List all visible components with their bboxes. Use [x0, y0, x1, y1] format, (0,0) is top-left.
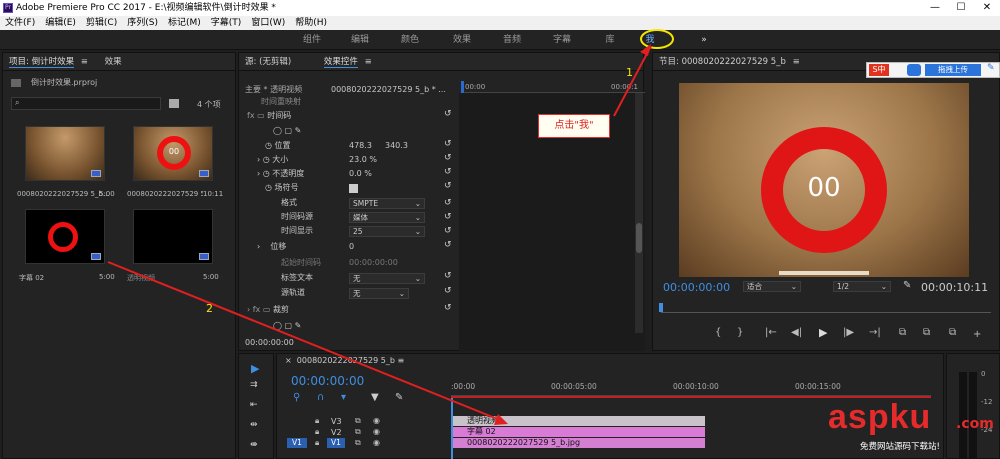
arrow-head-1 — [640, 44, 651, 56]
watermark-logo: aspku .com 免费网站源码下载站! — [828, 398, 1000, 452]
watermark-tld: .com — [956, 416, 994, 432]
arrow-line-1 — [613, 45, 652, 117]
annotation-arrows — [107, 44, 652, 425]
premiere-window: Adobe Premiere Pro CC 2017 - E:\视频编辑软件\倒… — [0, 0, 1000, 459]
watermark-main: aspku — [828, 398, 932, 436]
arrow-head-2 — [494, 414, 508, 425]
watermark-subtitle: 免费网站源码下载站! — [860, 442, 940, 452]
annotation-number-2: 2 — [206, 302, 213, 315]
arrow-line-2 — [107, 261, 501, 421]
